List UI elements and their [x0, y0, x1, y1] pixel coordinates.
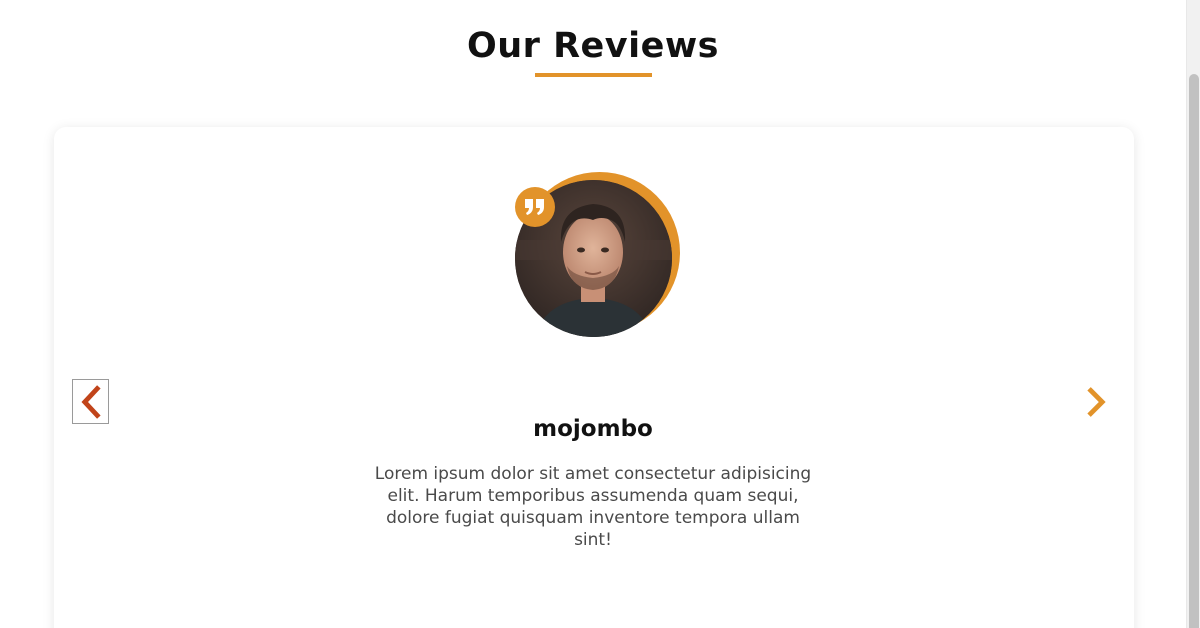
- page-scrollbar[interactable]: [1186, 0, 1200, 628]
- review-text: Lorem ipsum dolor sit amet consectetur a…: [374, 464, 812, 550]
- chevron-left-icon: [81, 384, 101, 419]
- page-title: Our Reviews: [466, 26, 720, 66]
- chevron-right-icon: [1087, 386, 1106, 417]
- reviewer-name: mojombo: [533, 416, 653, 442]
- title-underline: [535, 73, 652, 77]
- reviews-page: Our Reviews mojombo Lorem ipsum dolor si…: [0, 0, 1200, 628]
- scrollbar-thumb[interactable]: [1189, 74, 1199, 628]
- quote-badge: [515, 187, 555, 227]
- quote-icon: [525, 199, 544, 215]
